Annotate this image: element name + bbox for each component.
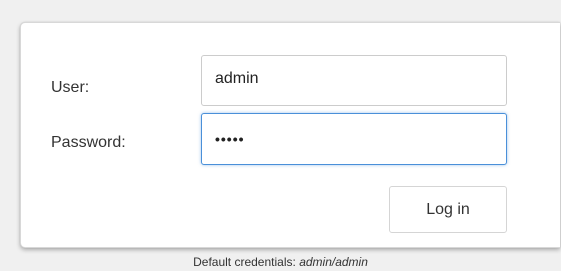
hint-credentials: admin/admin <box>299 255 368 269</box>
login-card: User: admin Password: ••••• Log in <box>20 22 560 248</box>
hint-prefix: Default credentials: <box>193 255 296 269</box>
login-button[interactable]: Log in <box>389 186 507 233</box>
password-label: Password: <box>51 134 126 151</box>
password-input[interactable]: ••••• <box>201 113 507 165</box>
user-input[interactable]: admin <box>201 55 507 106</box>
user-label: User: <box>51 79 90 96</box>
default-credentials-hint: Default credentials: admin/admin <box>0 254 561 270</box>
